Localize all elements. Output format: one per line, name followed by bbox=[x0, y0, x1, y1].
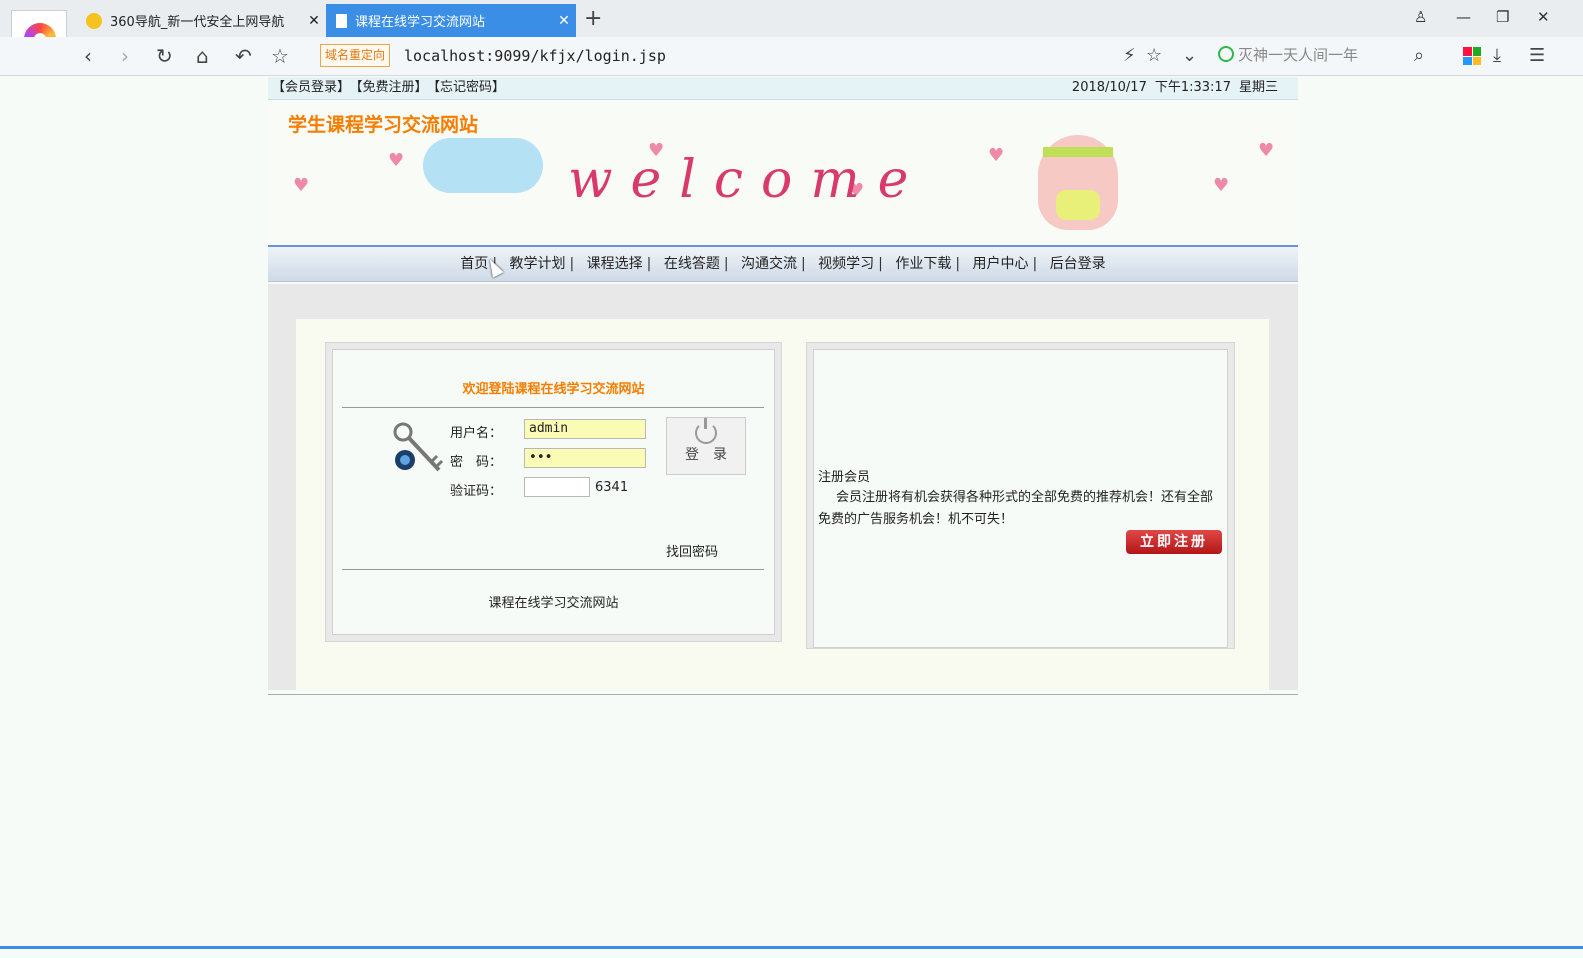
favorite-star-icon[interactable]: ☆ bbox=[271, 44, 289, 68]
heart-icon: ♥ bbox=[388, 150, 405, 171]
nav-course-selection[interactable]: 课程选择 bbox=[587, 256, 643, 272]
chevron-down-icon[interactable]: ⌄ bbox=[1182, 44, 1197, 68]
nav-homework-download[interactable]: 作业下载 bbox=[895, 256, 951, 272]
date: 2018/10/17 bbox=[1071, 80, 1147, 95]
close-icon[interactable]: ✕ bbox=[302, 13, 326, 29]
url-input[interactable]: localhost:9099/kfjx/login.jsp bbox=[404, 47, 666, 65]
new-tab-button[interactable]: + bbox=[584, 6, 602, 32]
nav-separator: | bbox=[1032, 256, 1038, 272]
member-login-link[interactable]: 【会员登录】 bbox=[272, 80, 350, 95]
divider bbox=[342, 569, 764, 570]
nav-video-learning[interactable]: 视频学习 bbox=[818, 256, 874, 272]
weekday: 星期三 bbox=[1238, 80, 1278, 95]
browser-tab-bar: 360导航_新一代安全上网导航 ✕ 课程在线学习交流网站 ✕ + ♙ — ❐ ✕ bbox=[0, 0, 1583, 66]
login-panel: 欢迎登陆课程在线学习交流网站 用户名： admin 密 码： ••• 验证码： bbox=[332, 349, 775, 635]
date-time: 2018/10/17 下午1:33:17 星期三 bbox=[1064, 77, 1278, 99]
redirect-badge[interactable]: 域名重定向 bbox=[320, 44, 391, 67]
bottom-divider bbox=[268, 694, 1298, 695]
360-favicon-icon bbox=[86, 12, 102, 29]
heart-icon: ♥ bbox=[988, 145, 1005, 166]
register-text: 会员注册将有机会获得各种形式的全部免费的推荐机会！还有全部免费的广告服务机会！机… bbox=[818, 490, 1214, 527]
login-footer: 课程在线学习交流网站 bbox=[488, 596, 619, 611]
nav-separator: | bbox=[955, 256, 961, 272]
heart-icon: ♥ bbox=[1258, 140, 1275, 161]
search-box[interactable]: 灭神一天人间一年 bbox=[1218, 44, 1438, 68]
banner: 学生课程学习交流网站 ♥ ♥ ♥ ♥ ♥ ♥ ♥ welcome bbox=[268, 100, 1298, 247]
nav-separator: | bbox=[878, 256, 883, 272]
nav-teaching-plan[interactable]: 教学计划 bbox=[509, 256, 565, 272]
nav-online-quiz[interactable]: 在线答题 bbox=[664, 256, 720, 272]
welcome-banner-text: welcome bbox=[568, 150, 927, 210]
cloud-illustration bbox=[423, 138, 543, 193]
captcha-code: 6341 bbox=[595, 480, 629, 495]
nav-home[interactable]: 首页 bbox=[460, 256, 488, 272]
minimize-icon[interactable]: — bbox=[1456, 8, 1471, 26]
heart-icon: ♥ bbox=[1213, 175, 1230, 196]
download-icon[interactable]: ⤓ bbox=[1493, 44, 1501, 68]
heart-icon: ♥ bbox=[293, 175, 310, 196]
captcha-input[interactable] bbox=[524, 477, 590, 497]
bookmark-star-icon[interactable]: ☆ bbox=[1146, 44, 1162, 68]
top-strip: 【会员登录】 【免费注册】 【忘记密码】 2018/10/17 下午1:33:17 星期… bbox=[268, 77, 1298, 100]
username-input[interactable]: admin bbox=[524, 419, 646, 439]
login-box: 欢迎登陆课程在线学习交流网站 用户名： admin 密 码： ••• 验证码： bbox=[325, 342, 782, 642]
find-password-link[interactable]: 找回密码 bbox=[666, 541, 718, 560]
password-label: 密 码： bbox=[450, 455, 503, 470]
captcha-label: 验证码： bbox=[450, 484, 503, 499]
nav-separator: | bbox=[801, 256, 806, 272]
register-box: 注册会员 会员注册将有机会获得各种形式的全部免费的推荐机会！还有全部免费的广告服… bbox=[806, 342, 1235, 649]
menu-icon[interactable]: ☰ bbox=[1529, 44, 1545, 68]
content-area: 欢迎登陆课程在线学习交流网站 用户名： admin 密 码： ••• 验证码： bbox=[268, 284, 1298, 690]
page-icon bbox=[336, 13, 347, 28]
bottom-edge bbox=[0, 946, 1583, 949]
window-close-icon[interactable]: ✕ bbox=[1537, 8, 1550, 26]
power-icon bbox=[695, 418, 717, 444]
content-inner: 欢迎登陆课程在线学习交流网站 用户名： admin 密 码： ••• 验证码： bbox=[296, 319, 1269, 690]
nav-separator: | bbox=[569, 256, 575, 272]
nav-separator: | bbox=[646, 256, 652, 272]
login-button-label: 登 录 bbox=[685, 447, 727, 463]
reload-icon[interactable]: ↻ bbox=[156, 44, 173, 68]
register-title: 注册会员 bbox=[818, 470, 871, 485]
search-text: 灭神一天人间一年 bbox=[1238, 46, 1359, 64]
login-welcome: 欢迎登陆课程在线学习交流网站 bbox=[462, 382, 645, 397]
free-register-link[interactable]: 【免费注册】 bbox=[356, 80, 428, 95]
time: 下午1:33:17 bbox=[1154, 80, 1231, 95]
home-icon[interactable]: ⌂ bbox=[196, 44, 209, 68]
undo-icon[interactable]: ↶ bbox=[235, 44, 252, 68]
lightning-icon[interactable]: ⚡ bbox=[1123, 44, 1136, 68]
close-icon[interactable]: ✕ bbox=[552, 13, 576, 29]
nav-communication[interactable]: 沟通交流 bbox=[741, 256, 797, 272]
site-title: 学生课程学习交流网站 bbox=[288, 114, 479, 136]
key-icon bbox=[393, 422, 444, 472]
search-icon[interactable]: ⌕ bbox=[1414, 44, 1424, 68]
skin-icon[interactable]: ♙ bbox=[1414, 8, 1427, 26]
tab-360-navigation[interactable]: 360导航_新一代安全上网导航 ✕ bbox=[76, 4, 326, 37]
main-nav: 首页 | 教学计划 | 课程选择 | 在线答题 | 沟通交流 | 视频学习 | 作业下载 | … bbox=[268, 247, 1298, 282]
tab-label: 360导航_新一代安全上网导航 bbox=[110, 15, 285, 30]
tab-label: 课程在线学习交流网站 bbox=[355, 15, 486, 30]
forward-icon[interactable]: › bbox=[121, 44, 129, 68]
nav-admin-login[interactable]: 后台登录 bbox=[1050, 256, 1106, 272]
login-button[interactable]: 登 录 bbox=[666, 417, 746, 475]
divider bbox=[342, 407, 764, 408]
tab-course-site[interactable]: 课程在线学习交流网站 ✕ bbox=[326, 4, 576, 37]
password-input[interactable]: ••• bbox=[524, 448, 646, 468]
restore-icon[interactable]: ❐ bbox=[1496, 8, 1509, 26]
top-links: 【会员登录】 【免费注册】 【忘记密码】 bbox=[272, 77, 511, 99]
forgot-password-link[interactable]: 【忘记密码】 bbox=[434, 80, 506, 95]
register-now-button[interactable]: 立即注册 bbox=[1126, 530, 1222, 554]
apps-icon[interactable] bbox=[1463, 47, 1481, 65]
register-panel: 注册会员 会员注册将有机会获得各种形式的全部免费的推荐机会！还有全部免费的广告服… bbox=[813, 349, 1228, 648]
bear-illustration bbox=[1038, 135, 1118, 230]
back-icon[interactable]: ‹ bbox=[84, 44, 92, 68]
nav-separator: | bbox=[723, 256, 729, 272]
username-label: 用户名： bbox=[450, 426, 503, 441]
search-engine-icon bbox=[1218, 46, 1234, 62]
nav-user-center[interactable]: 用户中心 bbox=[973, 256, 1029, 272]
